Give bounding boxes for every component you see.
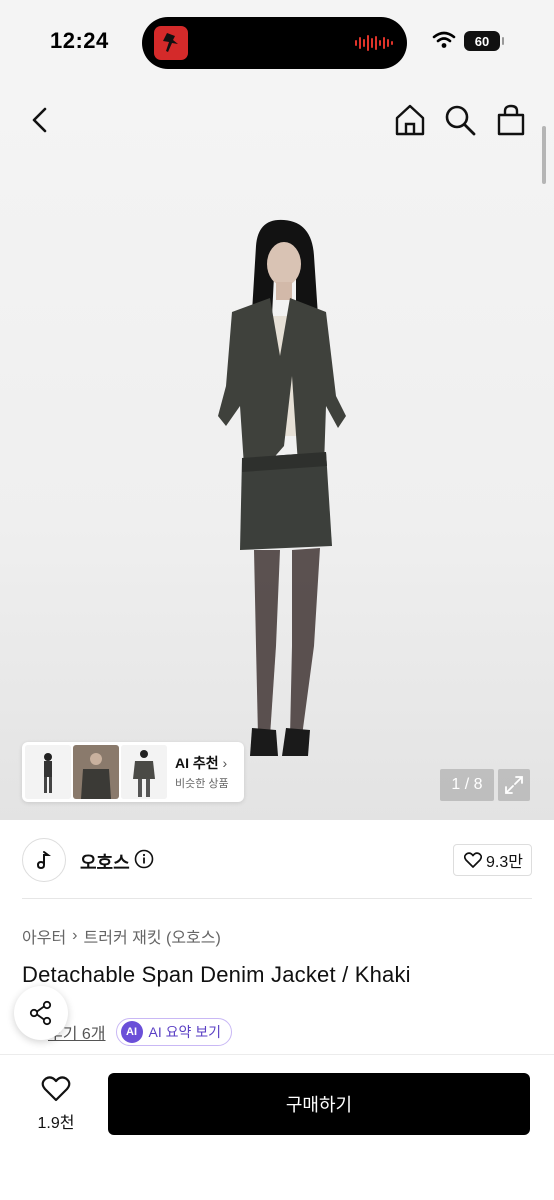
share-button[interactable] — [14, 986, 68, 1040]
status-time: 12:24 — [50, 28, 109, 53]
wishlist-button[interactable]: 1.9천 — [28, 1075, 84, 1135]
ai-recommend-thumbnail[interactable] — [25, 745, 71, 799]
brand-name[interactable]: 오호스 — [80, 849, 130, 875]
ai-badge-icon: AI — [120, 1021, 143, 1043]
shopping-bag-icon[interactable] — [493, 102, 529, 138]
product-model-image — [218, 219, 346, 756]
ai-recommend-title[interactable]: AI 추천 › — [175, 753, 227, 773]
ai-summary-button[interactable]: AI AI 요약 보기 — [115, 1018, 233, 1046]
image-page-counter: 1 / 8 — [440, 769, 494, 801]
chevron-right-icon: › — [72, 927, 78, 944]
status-bar: 12:24 60 — [0, 0, 554, 84]
product-title: Detachable Span Denim Jacket / Khaki — [22, 962, 411, 987]
divider — [22, 898, 532, 899]
buy-button[interactable]: 구매하기 — [108, 1073, 530, 1135]
ai-summary-label: AI 요약 보기 — [148, 1024, 222, 1040]
bottom-action-bar: 1.9천 구매하기 — [0, 1054, 554, 1200]
back-icon[interactable] — [22, 102, 58, 138]
now-playing-app-icon — [154, 26, 188, 60]
share-icon — [29, 1000, 52, 1026]
wishlist-count: 1.9천 — [37, 1115, 75, 1132]
ai-recommend-thumbnail[interactable] — [121, 745, 167, 799]
wifi-icon — [432, 31, 456, 48]
heart-icon — [464, 852, 483, 868]
ai-recommend-card[interactable]: AI 추천 › 비슷한 상품 — [22, 742, 244, 802]
breadcrumb: 아우터 › 트러커 재킷 (오호스) — [22, 924, 221, 948]
search-icon[interactable] — [442, 102, 478, 138]
info-icon[interactable] — [134, 849, 154, 869]
audio-waveform-icon — [355, 34, 393, 52]
breadcrumb-item[interactable]: 아우터 — [22, 924, 66, 948]
breadcrumb-item[interactable]: 트러커 재킷 (오호스) — [84, 924, 221, 948]
scroll-indicator[interactable] — [542, 126, 546, 184]
ai-recommend-subtitle: 비슷한 상품 — [175, 778, 229, 790]
product-image-gallery[interactable]: AI 추천 › 비슷한 상품 1 / 8 — [0, 84, 554, 820]
expand-button[interactable] — [498, 769, 530, 801]
brand-logo-icon — [36, 851, 51, 870]
home-icon[interactable] — [392, 102, 428, 138]
brand-row: 오호스 9.3만 — [22, 836, 532, 884]
heart-icon — [41, 1076, 71, 1102]
expand-icon — [505, 776, 523, 794]
brand-logo[interactable] — [22, 838, 66, 882]
brand-like-button[interactable]: 9.3만 — [453, 844, 532, 876]
brand-like-count: 9.3만 — [486, 854, 523, 871]
ai-recommend-thumbnail[interactable] — [73, 745, 119, 799]
battery-icon: 60 — [464, 31, 504, 51]
chevron-right-icon: › — [222, 755, 228, 771]
dynamic-island — [142, 17, 407, 69]
